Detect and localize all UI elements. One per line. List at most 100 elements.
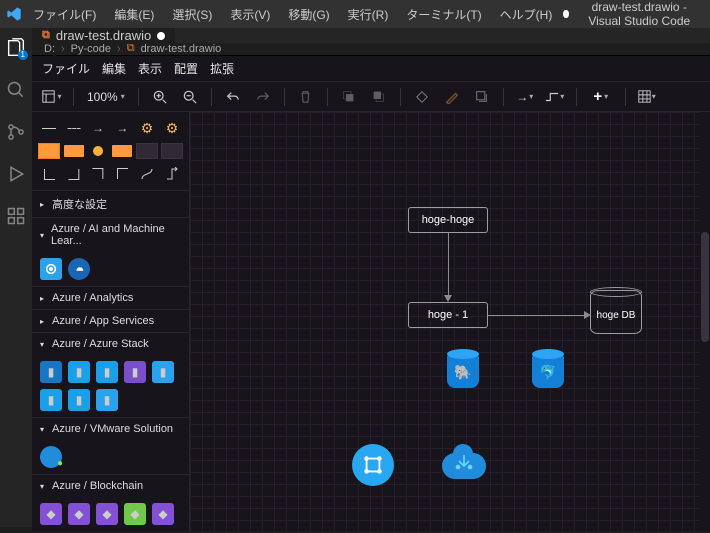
stack-ico3[interactable]: ▮ — [96, 361, 118, 383]
activity-explorer-icon[interactable]: 1 — [4, 36, 28, 60]
shape-palette-basic: ⚙ ⚙ — [32, 112, 189, 190]
to-back-icon[interactable] — [367, 86, 391, 108]
line-color-icon[interactable] — [440, 86, 464, 108]
delete-icon[interactable] — [294, 86, 318, 108]
node-hoge-db[interactable]: hoge DB — [590, 290, 642, 334]
fill-color-icon[interactable] — [410, 86, 434, 108]
breadcrumb[interactable]: D: › Py-code › ⧉ draw-test.drawio — [32, 43, 710, 55]
toolbar-zoom[interactable]: 100%▾ — [83, 90, 129, 104]
stack-ico1[interactable]: ▮ — [40, 361, 62, 383]
shape-curve2[interactable] — [161, 164, 183, 184]
shadow-icon[interactable] — [470, 86, 494, 108]
azure-ml-icon[interactable] — [40, 258, 62, 280]
canvas-cloud-icon[interactable] — [440, 450, 488, 486]
node-hoge-1[interactable]: hoge - 1 — [408, 302, 488, 328]
shape-box3[interactable] — [112, 141, 133, 161]
stack-ico6[interactable]: ▮ — [40, 389, 62, 411]
menu-selection[interactable]: 選択(S) — [165, 3, 219, 26]
table-icon[interactable]: ▾ — [635, 86, 659, 108]
waypoint-icon[interactable]: ▾ — [543, 86, 567, 108]
tab-draw-test[interactable]: ⧉ draw-test.drawio — [32, 28, 176, 43]
canvas-postgres-icon[interactable]: 🐘 — [445, 350, 481, 390]
section-azure-stack[interactable]: ▾Azure / Azure Stack — [32, 332, 189, 355]
menu-edit[interactable]: 編集(E) — [107, 3, 161, 26]
shape-gear[interactable]: ⚙ — [136, 118, 158, 138]
section-azure-blockchain[interactable]: ▾Azure / Blockchain — [32, 474, 189, 497]
menu-help[interactable]: ヘルプ(H) — [493, 3, 560, 26]
section-azure-appsvc[interactable]: ▸Azure / App Services — [32, 309, 189, 332]
menu-file[interactable]: ファイル(F) — [26, 3, 103, 26]
drawio-file-icon: ⧉ — [42, 30, 50, 42]
canvas-round-icon[interactable] — [350, 442, 396, 488]
shape-line[interactable] — [38, 118, 60, 138]
shape-curve1[interactable] — [136, 164, 158, 184]
section-advanced[interactable]: ▸高度な設定 — [32, 190, 189, 217]
tab-label: draw-test.drawio — [56, 28, 151, 43]
drawio-menu-view[interactable]: 表示 — [138, 60, 162, 77]
shape-c3[interactable] — [87, 164, 108, 184]
vmware-ico[interactable]: ● — [40, 446, 62, 468]
shape-box1[interactable] — [38, 141, 60, 161]
shape-gear2[interactable]: ⚙ — [161, 118, 183, 138]
stack-ico4[interactable]: ▮ — [124, 361, 146, 383]
activity-bar: 1 — [0, 28, 32, 527]
toolbar-view-menu-icon[interactable]: ▾ — [40, 86, 64, 108]
drawio-menu-edit[interactable]: 編集 — [102, 60, 126, 77]
shape-box2[interactable] — [63, 141, 84, 161]
drawio-canvas[interactable]: hoge-hoge hoge - 1 hoge DB 🐘 — [190, 112, 710, 531]
drawio-menu-file[interactable]: ファイル — [42, 60, 90, 77]
drawio-menu-arrange[interactable]: 配置 — [174, 60, 198, 77]
redo-icon[interactable] — [251, 86, 275, 108]
section-azure-stack-body: ▮ ▮ ▮ ▮ ▮ ▮ ▮ ▮ — [32, 355, 189, 417]
bc-ico3[interactable]: ◆ — [96, 503, 118, 525]
shape-dot[interactable] — [87, 141, 108, 161]
shape-c2[interactable] — [63, 164, 84, 184]
shape-dashed[interactable] — [67, 128, 81, 129]
drawio-menubar: ファイル 編集 表示 配置 拡張 — [32, 56, 710, 82]
activity-search-icon[interactable] — [4, 78, 28, 102]
bc-ico4[interactable]: ◆ — [124, 503, 146, 525]
insert-icon[interactable]: +▾ — [586, 86, 616, 108]
drawio-menu-extras[interactable]: 拡張 — [210, 60, 234, 77]
zoom-in-icon[interactable] — [148, 86, 172, 108]
edge-vertical[interactable] — [448, 233, 449, 297]
shape-biarrow[interactable] — [112, 118, 133, 138]
to-front-icon[interactable] — [337, 86, 361, 108]
shape-c4[interactable] — [112, 164, 133, 184]
menu-run[interactable]: 実行(R) — [341, 3, 396, 26]
connection-icon[interactable]: →▾ — [513, 86, 537, 108]
bc-ico2[interactable]: ◆ — [68, 503, 90, 525]
canvas-scrollbar[interactable] — [700, 112, 710, 531]
title-dirty-dot-icon — [563, 10, 568, 18]
menu-terminal[interactable]: ターミナル(T) — [399, 3, 488, 26]
bc-ico1[interactable]: ◆ — [40, 503, 62, 525]
section-azure-ai[interactable]: ▾Azure / AI and Machine Lear... — [32, 217, 189, 252]
azure-cognitive-icon[interactable] — [68, 258, 90, 280]
drawio-toolbar: ▾ 100%▾ →▾ ▾ — [32, 82, 710, 112]
canvas-mysql-icon[interactable]: 🐬 — [530, 350, 566, 390]
menu-view[interactable]: 表示(V) — [223, 3, 277, 26]
activity-debug-icon[interactable] — [4, 162, 28, 186]
undo-icon[interactable] — [221, 86, 245, 108]
stack-ico5[interactable]: ▮ — [152, 361, 174, 383]
activity-scm-icon[interactable] — [4, 120, 28, 144]
bc-ico5[interactable]: ◆ — [152, 503, 174, 525]
explorer-badge: 1 — [18, 50, 28, 60]
edge-horizontal[interactable] — [488, 315, 586, 316]
shape-arrow[interactable] — [87, 118, 108, 138]
activity-extensions-icon[interactable] — [4, 204, 28, 228]
section-azure-analytics[interactable]: ▸Azure / Analytics — [32, 286, 189, 309]
node-hoge-hoge[interactable]: hoge-hoge — [408, 207, 488, 233]
zoom-out-icon[interactable] — [178, 86, 202, 108]
shape-box5[interactable] — [161, 141, 183, 161]
menu-go[interactable]: 移動(G) — [281, 3, 336, 26]
section-azure-vmware[interactable]: ▾Azure / VMware Solution — [32, 417, 189, 440]
shape-c1[interactable] — [38, 164, 60, 184]
stack-ico2[interactable]: ▮ — [68, 361, 90, 383]
tab-dirty-dot-icon — [157, 32, 165, 40]
stack-ico7[interactable]: ▮ — [68, 389, 90, 411]
stack-ico8[interactable]: ▮ — [96, 389, 118, 411]
shape-box4[interactable] — [136, 141, 158, 161]
section-azure-blockchain-body: ◆ ◆ ◆ ◆ ◆ — [32, 497, 189, 531]
section-azure-ai-body — [32, 252, 189, 286]
